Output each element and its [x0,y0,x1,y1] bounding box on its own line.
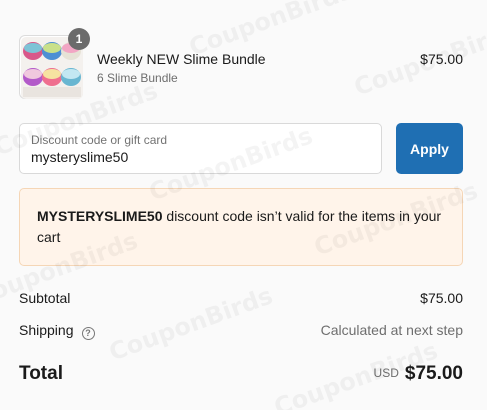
discount-code-input[interactable] [31,149,361,165]
watermark: CouponBirds [105,281,276,366]
product-title: Weekly NEW Slime Bundle [97,51,266,67]
shipping-label: Shipping [19,322,74,338]
error-code: MYSTERYSLIME50 [37,208,163,224]
product-price: $75.00 [420,51,463,67]
line-item: 1 Weekly NEW Slime Bundle 6 Slime Bundle… [19,28,463,99]
total-currency: USD [373,366,399,380]
product-thumbnail: 1 [19,28,90,99]
total-label: Total [19,363,63,384]
discount-error-banner: MYSTERYSLIME50 discount code isn’t valid… [19,188,463,266]
shipping-value: Calculated at next step [320,322,463,338]
subtotal-value: $75.00 [420,290,463,306]
total-value: $75.00 [404,363,463,384]
discount-field-label: Discount code or gift card [31,133,168,147]
apply-discount-button[interactable]: Apply [396,123,463,174]
discount-field[interactable]: Discount code or gift card [19,123,382,174]
subtotal-label: Subtotal [19,290,71,306]
quantity-badge: 1 [68,28,90,50]
product-variant: 6 Slime Bundle [97,71,178,85]
help-icon[interactable]: ? [81,327,95,340]
